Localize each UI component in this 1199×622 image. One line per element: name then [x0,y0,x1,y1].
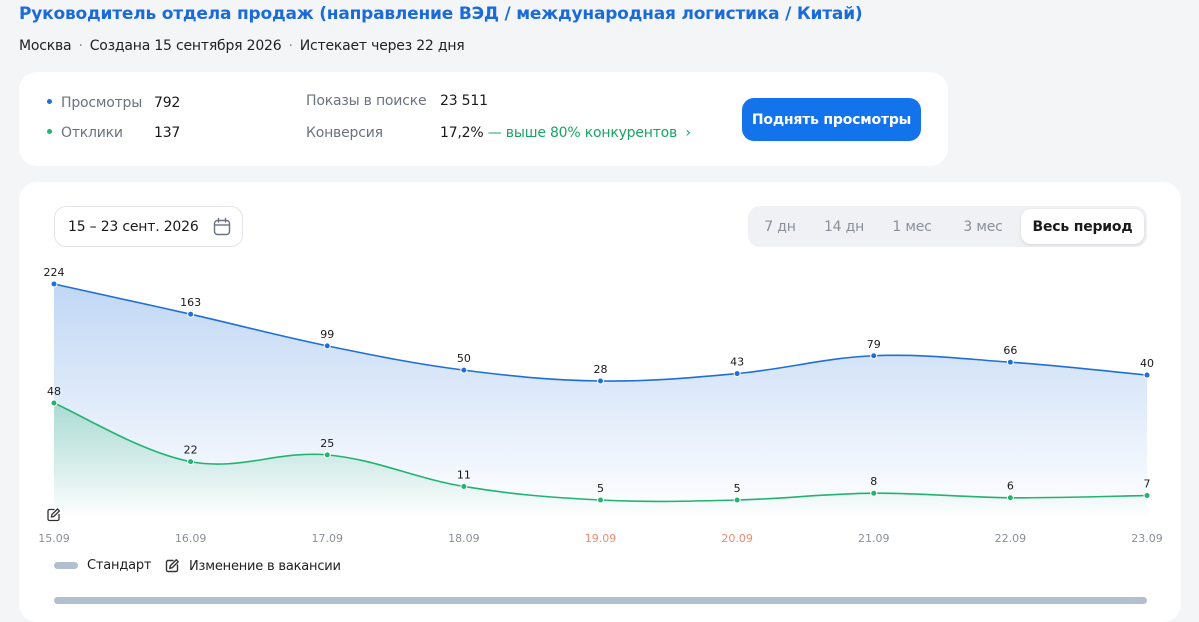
separator-dot: · [288,38,293,54]
views-responses-chart: 224 163 99 50 28 43 79 66 40 48 22 25 11 5 5 8 6 7 15.09 16… [38,266,1163,545]
legend-standard: Стандарт [54,558,151,573]
responses-point [733,496,741,504]
views-data-label: 28 [594,363,608,376]
period-7d[interactable]: 7 дн [751,209,809,244]
impressions-stat: Показы в поиске 23 511 [306,93,488,109]
views-point [1006,358,1014,366]
responses-data-label: 5 [597,482,604,495]
calendar-icon [213,217,231,236]
date-range-button[interactable]: 15 – 23 сент. 2026 [54,206,243,247]
vacancy-meta: Москва · Создана 15 сентября 2026 · Истекает… [19,38,465,54]
views-data-label: 40 [1140,357,1154,370]
views-point [187,310,195,318]
conversion-stat: Конверсия [306,125,383,141]
views-point [597,377,604,385]
legend-change: Изменение в вакансии [164,558,341,574]
period-1m[interactable]: 1 мес [879,209,945,244]
chart-card: 224 163 99 50 28 43 79 66 40 48 22 25 11 5 5 8 6 7 15.09 16… [19,182,1181,622]
responses-point [50,399,58,407]
responses-data-label: 22 [184,444,198,457]
edit-icon [165,559,179,573]
separator-dot: · [78,38,83,54]
legend-change-label: Изменение в вакансии [189,558,341,574]
responses-point [597,496,604,504]
vacancy-title[interactable]: Руководитель отдела продаж (направление … [19,4,863,24]
expires-info: Истекает через 22 дня [299,38,465,54]
views-point [1143,371,1151,379]
period-14d[interactable]: 14 дн [813,209,875,244]
impressions-value: 23 511 [440,93,488,109]
responses-data-label: 25 [320,437,334,450]
views-data-label: 79 [867,338,881,351]
date-range-label: 15 – 23 сент. 2026 [68,218,199,235]
responses-data-label: 11 [457,468,471,481]
stats-card: Просмотры 792 Отклики 137 Показы в поиске 2… [19,72,948,166]
x-tick-label: 18.09 [448,532,480,545]
views-point [870,352,878,360]
views-value: 792 [154,95,181,111]
views-point [50,280,58,288]
responses-stat: Отклики 137 [47,125,180,141]
created-date: Создана 15 сентября 2026 [89,38,282,54]
impressions-label: Показы в поиске [306,93,427,109]
responses-data-label: 8 [870,475,877,488]
city: Москва [19,38,72,54]
responses-data-label: 5 [734,482,741,495]
chart-scrollbar[interactable] [54,597,1147,604]
responses-point [1006,494,1014,502]
views-point [323,342,331,350]
responses-data-label: 48 [47,385,61,398]
responses-label: Отклики [61,125,123,141]
conversion-label: Конверсия [306,125,383,141]
views-data-label: 50 [457,352,471,365]
conversion-note[interactable]: — выше 80% конкурентов [488,125,678,141]
responses-point [870,489,878,497]
x-tick-label: 21.09 [858,532,890,545]
views-label: Просмотры [61,95,143,111]
x-tick-label: 16.09 [175,532,207,545]
views-data-label: 66 [1003,344,1017,357]
views-point [460,366,468,374]
views-data-label: 99 [320,328,334,341]
period-all[interactable]: Весь период [1021,209,1144,244]
period-3m[interactable]: 3 мес [949,209,1017,244]
responses-point [460,482,468,490]
responses-point [187,458,195,466]
views-data-label: 43 [730,356,744,369]
conversion-values[interactable]: 17,2% — выше 80% конкурентов › [440,125,691,141]
period-selector: 7 дн 14 дн 1 мес 3 мес Весь период [748,206,1147,247]
views-bullet-icon [47,98,52,104]
responses-point [323,451,331,459]
x-tick-label: 19.09 [585,532,617,545]
legend-standard-label: Стандарт [87,558,152,573]
x-tick-label: 23.09 [1131,532,1163,545]
x-tick-label: 17.09 [312,532,344,545]
standard-legend-swatch [54,562,78,569]
views-data-label: 224 [44,266,65,279]
responses-point [1143,491,1151,499]
responses-data-label: 6 [1007,480,1014,493]
views-point [733,370,741,378]
chevron-right-icon[interactable]: › [685,125,691,141]
responses-bullet-icon [47,128,52,134]
responses-value: 137 [154,125,181,141]
responses-data-label: 7 [1144,477,1151,490]
views-data-label: 163 [180,296,201,309]
views-stat: Просмотры 792 [47,95,180,111]
x-tick-label: 20.09 [721,532,753,545]
x-tick-label: 15.09 [38,532,70,545]
boost-views-button[interactable]: Поднять просмотры [742,98,921,141]
x-tick-label: 22.09 [995,532,1027,545]
conversion-value: 17,2% [440,125,484,141]
